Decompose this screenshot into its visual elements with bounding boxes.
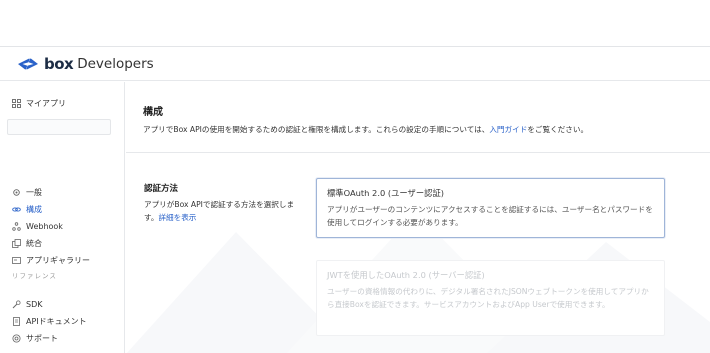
sidebar: マイアプリ 一般 構成 Webhook 統合 アプリギャラリー リファレンス S… xyxy=(0,82,125,353)
page-description-suffix: をご覧ください。 xyxy=(527,125,589,134)
sidebar-item-label: サポート xyxy=(26,333,58,343)
auth-method-description: アプリがBox APIで認証する方法を選択します。詳細を表示 xyxy=(144,198,304,224)
sidebar-item-webhook[interactable]: Webhook xyxy=(12,220,63,232)
sidebar-item-label: 統合 xyxy=(26,238,42,248)
auth-option-text: ユーザーの資格情報の代わりに、デジタル署名されたJSONウェブトークンを使用して… xyxy=(327,287,649,309)
sidebar-item-label: 一般 xyxy=(26,187,42,197)
main-content: 構成 アプリでBox APIの使用を開始するための認証と権限を構成します。これら… xyxy=(126,82,710,353)
logo-developers-text: Developers xyxy=(77,56,154,72)
sidebar-item-api-docs[interactable]: APIドキュメント xyxy=(12,315,87,327)
page-title: 構成 xyxy=(143,107,163,118)
page-description-text: アプリでBox APIの使用を開始するための認証と権限を構成します。これらの設定… xyxy=(143,125,490,134)
webhook-icon xyxy=(12,221,21,231)
logo-box-text: box xyxy=(44,55,74,73)
sidebar-item-label: 構成 xyxy=(26,204,42,214)
auth-method-heading: 認証方法 xyxy=(144,184,179,194)
grid-icon xyxy=(12,98,21,108)
sidebar-item-support[interactable]: サポート xyxy=(12,332,58,344)
link-icon xyxy=(12,205,21,214)
sidebar-item-label: SDK xyxy=(26,299,43,309)
sidebar-item-my-apps[interactable]: マイアプリ xyxy=(12,97,66,109)
sidebar-item-label: マイアプリ xyxy=(26,98,66,108)
section-divider xyxy=(126,152,710,153)
copy-icon xyxy=(12,238,21,248)
document-icon xyxy=(12,316,21,326)
sidebar-item-label: Webhook xyxy=(26,221,63,231)
gear-icon xyxy=(12,188,21,197)
sidebar-item-configuration[interactable]: 構成 xyxy=(12,203,42,215)
getting-started-link[interactable]: 入門ガイド xyxy=(489,125,527,134)
reference-section-label: リファレンス xyxy=(12,272,57,280)
sidebar-item-label: APIドキュメント xyxy=(26,316,87,326)
auth-option-title: JWTを使用したOAuth 2.0 (サーバー認証) xyxy=(327,270,485,280)
page-description: アプリでBox APIの使用を開始するための認証と権限を構成します。これらの設定… xyxy=(143,124,588,135)
sidebar-item-app-gallery[interactable]: アプリギャラリー xyxy=(12,254,90,266)
auth-option-text: アプリがユーザーのコンテンツにアクセスすることを認証するには、ユーザー名とパスワ… xyxy=(327,205,653,227)
auth-option-jwt-oauth[interactable]: JWTを使用したOAuth 2.0 (サーバー認証) ユーザーの資格情報の代わり… xyxy=(316,260,665,336)
box-developers-logo[interactable]: box Developers xyxy=(16,55,154,73)
app-search-input[interactable] xyxy=(7,119,111,135)
app-frame: box Developers マイアプリ 一般 構成 Webhook 統合 アプ… xyxy=(0,46,710,353)
auth-option-standard-oauth[interactable]: 標準OAuth 2.0 (ユーザー認証) アプリがユーザーのコンテンツにアクセス… xyxy=(316,178,665,238)
lifebuoy-icon xyxy=(12,334,21,343)
top-header: box Developers xyxy=(0,47,710,81)
learn-more-link[interactable]: 詳細を表示 xyxy=(158,213,196,222)
card-icon xyxy=(12,256,21,265)
auth-option-title: 標準OAuth 2.0 (ユーザー認証) xyxy=(327,188,444,198)
sidebar-item-general[interactable]: 一般 xyxy=(12,186,42,198)
sidebar-item-integrations[interactable]: 統合 xyxy=(12,237,42,249)
sidebar-item-label: アプリギャラリー xyxy=(26,255,90,265)
wrench-icon xyxy=(12,300,21,309)
box-logo-icon xyxy=(16,56,40,72)
sidebar-item-sdk[interactable]: SDK xyxy=(12,298,42,310)
